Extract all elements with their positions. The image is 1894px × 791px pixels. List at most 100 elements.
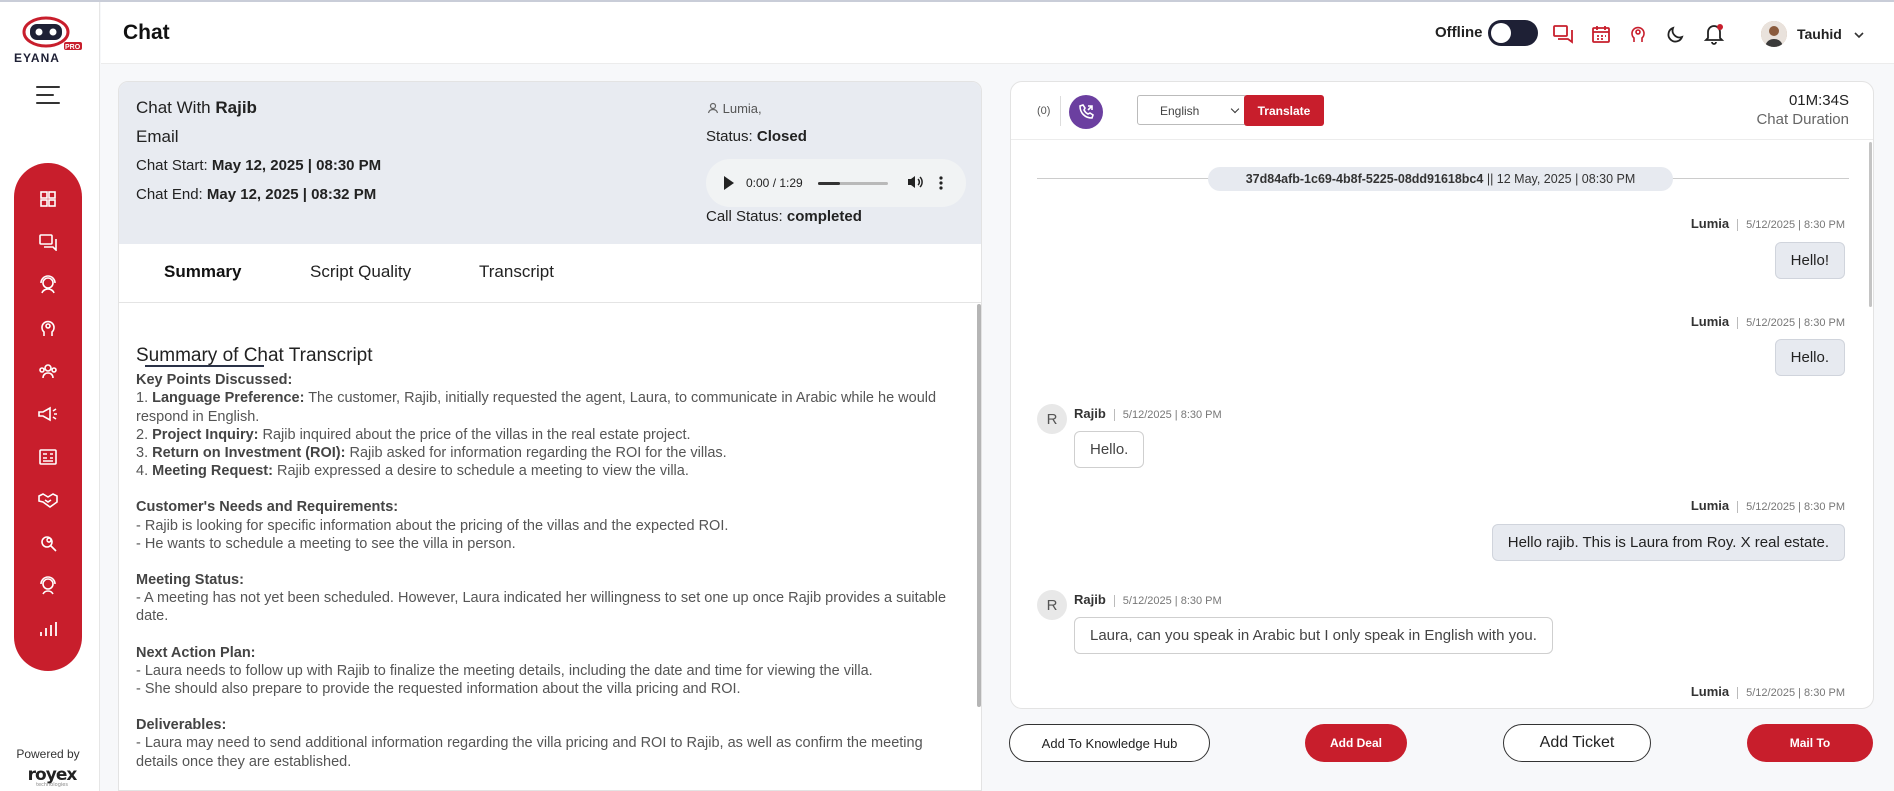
call-status-value: completed [786, 208, 862, 225]
key-points-title: Key Points Discussed: [136, 371, 966, 389]
team-icon[interactable] [14, 349, 82, 392]
point-text: Rajib asked for information regarding th… [345, 445, 727, 462]
deliverables-title: Deliverables: [136, 716, 966, 734]
messages-icon[interactable] [1551, 22, 1575, 46]
summary-heading: Summary of Chat Transcript [136, 345, 373, 366]
detail-tabs: Summary Script Quality Transcript [119, 244, 981, 303]
point-text: Rajib inquired about the price of the vi… [258, 426, 691, 443]
key-point-1: 1. Language Preference: The customer, Ra… [136, 389, 966, 425]
support-agent-icon[interactable] [14, 564, 82, 607]
unread-count: (0) [1037, 105, 1051, 117]
chevron-down-icon[interactable] [1853, 27, 1865, 45]
summary-scrollbar[interactable] [977, 304, 981, 707]
play-icon[interactable] [724, 176, 734, 190]
sender-name: Lumia [1690, 684, 1730, 699]
search-user-icon[interactable] [14, 521, 82, 564]
call-status-label: Call Status: [706, 208, 783, 225]
meeting-1: - A meeting has not yet been scheduled. … [136, 590, 947, 625]
needs-title: Customer's Needs and Requirements: [136, 498, 966, 516]
translate-button[interactable]: Translate [1244, 95, 1324, 126]
agent-name: Lumia, [722, 101, 762, 116]
calendar-icon[interactable] [1589, 22, 1613, 46]
more-options-icon[interactable] [938, 175, 944, 196]
duration-label: Chat Duration [1756, 111, 1849, 128]
handshake-icon[interactable] [14, 478, 82, 521]
tab-summary[interactable]: Summary [164, 262, 241, 282]
add-deal-button[interactable]: Add Deal [1305, 724, 1407, 762]
sender-name: Lumia [1690, 314, 1730, 329]
point-number: 3. [136, 445, 149, 462]
message-meta: Lumia 5/12/2025 | 8:30 PM [1691, 684, 1845, 699]
ai-brain-header-icon[interactable] [1626, 22, 1650, 46]
tab-transcript[interactable]: Transcript [479, 262, 554, 282]
user-icon [707, 102, 719, 114]
duration-value: 01M:34S [1788, 92, 1849, 109]
add-ticket-button[interactable]: Add Ticket [1503, 724, 1651, 762]
chat-start-label: Chat Start: [136, 157, 208, 174]
next-title-text: Next Action Plan: [136, 644, 256, 661]
needs-title-text: Customer's Needs and Requirements: [136, 499, 399, 516]
message-bubble: Hello rajib. This is Laura from Roy. X r… [1491, 524, 1845, 561]
message-bubble: Hello. [1074, 431, 1145, 468]
session-id: 37d84afb-1c69-4b8f-5225-08dd91618bc4 [1245, 172, 1484, 186]
sidebar-nav [14, 163, 82, 671]
message-meta: Lumia 5/12/2025 | 8:30 PM [1691, 216, 1845, 231]
mail-to-button[interactable]: Mail To [1747, 724, 1873, 762]
report-card-icon[interactable] [14, 435, 82, 478]
status-label-text: Status: [706, 128, 753, 145]
call-status: Call Status: completed [706, 208, 862, 225]
message-meta: Rajib 5/12/2025 | 8:30 PM [1074, 592, 1222, 607]
deliverable-1: - Laura may need to send additional info… [136, 735, 923, 770]
analytics-icon[interactable] [14, 607, 82, 650]
toolbar-divider [1060, 96, 1061, 126]
next-action-title: Next Action Plan: [136, 644, 966, 662]
sender-name: Lumia [1690, 216, 1730, 231]
meeting-title-text: Meeting Status: [136, 572, 244, 589]
sidebar: PRO EYANA Powered by royex technologies [0, 2, 100, 791]
language-select[interactable]: English [1137, 95, 1247, 125]
status-label: Offline [1435, 24, 1483, 41]
sender-name: Rajib [1074, 406, 1106, 421]
eyana-logo[interactable]: PRO EYANA [12, 12, 84, 66]
user-avatar[interactable] [1761, 21, 1787, 47]
message-meta: Lumia 5/12/2025 | 8:30 PM [1691, 498, 1845, 513]
point-number: 2. [136, 426, 149, 443]
call-icon[interactable] [1069, 95, 1103, 129]
agent-icon[interactable] [14, 263, 82, 306]
point-number: 1. [136, 390, 149, 407]
audio-player: 0:00 / 1:29 [706, 159, 966, 207]
deliverables-title-text: Deliverables: [136, 717, 227, 734]
notification-bell-icon[interactable] [1702, 22, 1726, 46]
chat-detail-card: Chat With Rajib Email Chat Start: May 12… [118, 81, 982, 791]
point-label: Return on Investment (ROI): [152, 445, 346, 462]
message-time: 5/12/2025 | 8:30 PM [1113, 409, 1222, 421]
summary-content: Summary of Chat Transcript Key Points Di… [136, 345, 966, 771]
volume-icon[interactable] [906, 174, 924, 195]
key-points-title-text: Key Points Discussed: [136, 372, 293, 389]
chat-start: Chat Start: May 12, 2025 | 08:30 PM [136, 157, 381, 174]
chat-scrollbar[interactable] [1869, 142, 1872, 307]
ai-brain-icon[interactable] [14, 306, 82, 349]
point-label: Project Inquiry: [152, 426, 259, 443]
royex-logo: royex technologies [22, 765, 82, 788]
message-time: 5/12/2025 | 8:30 PM [1737, 687, 1845, 699]
agent-info: Lumia, [707, 101, 762, 116]
top-header: Chat Offline Tauhid [101, 2, 1894, 64]
campaign-icon[interactable] [14, 392, 82, 435]
online-status-toggle[interactable] [1488, 20, 1538, 46]
dark-mode-icon[interactable] [1664, 22, 1688, 46]
message-bubble: Hello. [1774, 339, 1845, 376]
chat-channel: Email [136, 127, 179, 146]
add-to-knowledge-hub-button[interactable]: Add To Knowledge Hub [1009, 724, 1210, 762]
message-time: 5/12/2025 | 8:30 PM [1737, 501, 1845, 513]
chat-toolbar: (0) English Translate 01M:34S Chat Durat… [1011, 82, 1873, 140]
audio-seek-bar[interactable] [818, 182, 888, 185]
message-meta: Lumia 5/12/2025 | 8:30 PM [1691, 314, 1845, 329]
need-2: - He wants to schedule a meeting to see … [136, 535, 516, 552]
tab-script-quality[interactable]: Script Quality [310, 262, 411, 282]
dashboard-icon[interactable] [14, 177, 82, 220]
customer-avatar: R [1037, 404, 1067, 434]
next-action-1: - Laura needs to follow up with Rajib to… [136, 662, 873, 679]
chat-icon[interactable] [14, 220, 82, 263]
menu-toggle-icon[interactable] [36, 86, 60, 106]
